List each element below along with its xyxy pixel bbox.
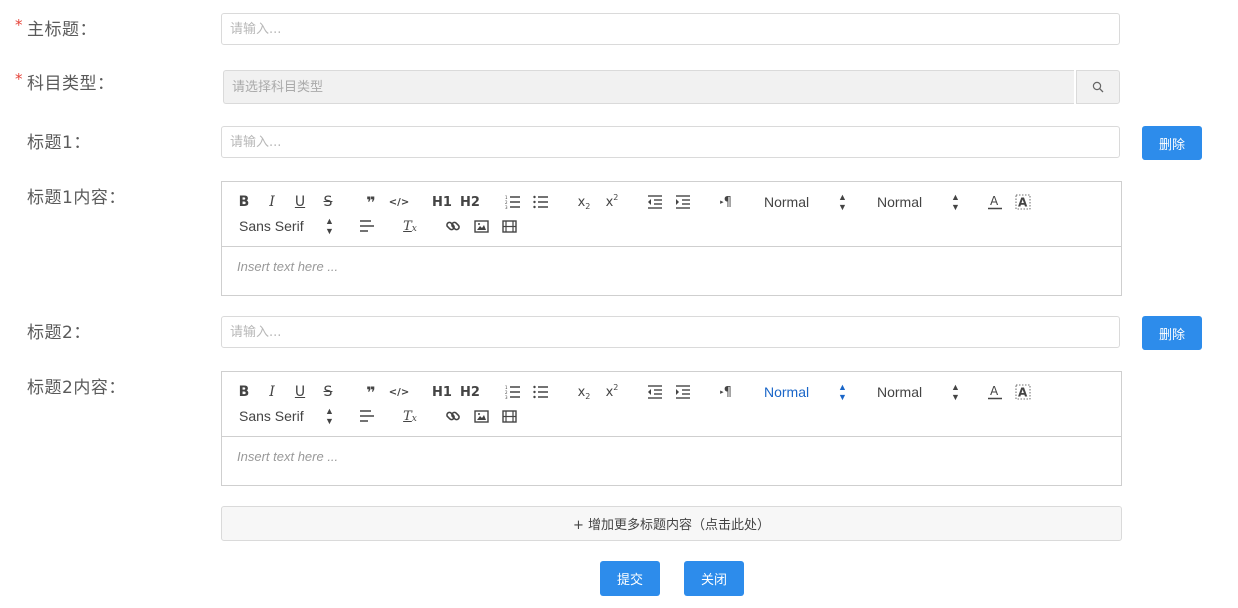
svg-text:A: A — [990, 194, 999, 208]
section-2-delete-button[interactable]: 删除 — [1142, 316, 1202, 350]
h2-icon[interactable]: H2 — [459, 382, 481, 402]
updown-arrow-icon: ▲ ▼ — [838, 192, 847, 212]
section-1-title-input[interactable] — [221, 126, 1120, 158]
svg-text:3: 3 — [505, 395, 508, 399]
required-mark: * — [15, 70, 23, 88]
size-picker[interactable]: Normal ▲ ▼ — [877, 382, 960, 402]
italic-icon[interactable]: I — [261, 382, 283, 402]
updown-arrow-icon: ▲ ▼ — [325, 216, 334, 236]
svg-text:A: A — [1018, 196, 1028, 210]
editor-toolbar: B I U S ❞ </> H1 H2 123 x2 x2 ▸ ¶ Normal ▲… — [222, 372, 1121, 437]
strike-icon[interactable]: S — [317, 192, 339, 212]
font-picker[interactable]: Sans Serif ▲ ▼ — [239, 216, 334, 236]
main-title-input[interactable] — [221, 13, 1120, 45]
section-2-editor: B I U S ❞ </> H1 H2 123 x2 x2 ▸ ¶ Normal ▲… — [221, 371, 1122, 486]
clear-format-icon[interactable]: Tx — [399, 406, 421, 426]
submit-button[interactable]: 提交 — [600, 561, 660, 596]
editor-content[interactable]: Insert text here ... — [237, 449, 338, 464]
font-color-icon[interactable]: A — [984, 382, 1006, 402]
clear-format-icon[interactable]: Tx — [399, 216, 421, 236]
h2-icon[interactable]: H2 — [459, 192, 481, 212]
section-2-content-label: 标题2内容： — [27, 378, 126, 398]
link-icon[interactable] — [442, 216, 464, 236]
svg-text:A: A — [990, 384, 999, 398]
main-title-label: 主标题： — [27, 20, 97, 40]
section-1-editor: B I U S ❞ </> H1 H2 123 x2 x2 ▸ ¶ Normal ▲… — [221, 181, 1122, 296]
svg-text:A: A — [1018, 386, 1028, 400]
required-mark: * — [15, 16, 23, 34]
updown-arrow-icon: ▲ ▼ — [325, 406, 334, 426]
align-icon[interactable] — [356, 216, 378, 236]
close-button[interactable]: 关闭 — [684, 561, 744, 596]
section-2-title-label: 标题2： — [27, 323, 91, 343]
code-icon[interactable]: </> — [388, 192, 410, 212]
h1-icon[interactable]: H1 — [431, 382, 453, 402]
code-icon[interactable]: </> — [388, 382, 410, 402]
updown-arrow-icon: ▲ ▼ — [951, 192, 960, 212]
header-picker[interactable]: Normal ▲ ▼ — [764, 192, 847, 212]
updown-arrow-icon: ▲ ▼ — [838, 382, 847, 402]
section-1-title-label: 标题1： — [27, 133, 91, 153]
outdent-icon[interactable] — [644, 192, 666, 212]
updown-arrow-icon: ▲ ▼ — [951, 382, 960, 402]
background-color-icon[interactable]: A — [1012, 382, 1034, 402]
superscript-icon[interactable]: x2 — [601, 192, 623, 212]
outdent-icon[interactable] — [644, 382, 666, 402]
superscript-icon[interactable]: x2 — [601, 382, 623, 402]
image-icon[interactable] — [470, 406, 492, 426]
indent-icon[interactable] — [672, 382, 694, 402]
subscript-icon[interactable]: x2 — [573, 382, 595, 402]
background-color-icon[interactable]: A — [1012, 192, 1034, 212]
italic-icon[interactable]: I — [261, 192, 283, 212]
subscript-icon[interactable]: x2 — [573, 192, 595, 212]
bold-icon[interactable]: B — [233, 192, 255, 212]
image-icon[interactable] — [470, 216, 492, 236]
section-2-title-input[interactable] — [221, 316, 1120, 348]
blockquote-icon[interactable]: ❞ — [360, 382, 382, 402]
section-1-content-label: 标题1内容： — [27, 188, 126, 208]
header-picker[interactable]: Normal ▲ ▼ — [764, 382, 847, 402]
search-button[interactable] — [1076, 70, 1120, 104]
subject-type-label: 科目类型： — [27, 74, 115, 94]
editor-content[interactable]: Insert text here ... — [237, 259, 338, 274]
search-icon — [1092, 81, 1104, 93]
h1-icon[interactable]: H1 — [431, 192, 453, 212]
underline-icon[interactable]: U — [289, 382, 311, 402]
indent-icon[interactable] — [672, 192, 694, 212]
size-picker[interactable]: Normal ▲ ▼ — [877, 192, 960, 212]
video-icon[interactable] — [498, 406, 520, 426]
font-picker[interactable]: Sans Serif ▲ ▼ — [239, 406, 334, 426]
underline-icon[interactable]: U — [289, 192, 311, 212]
section-1-delete-button[interactable]: 删除 — [1142, 126, 1202, 160]
blockquote-icon[interactable]: ❞ — [360, 192, 382, 212]
ordered-list-icon[interactable]: 123 — [502, 192, 524, 212]
editor-toolbar: B I U S ❞ </> H1 H2 123 x2 x2 ▸ ¶ Normal ▲… — [222, 182, 1121, 247]
bullet-list-icon[interactable] — [530, 382, 552, 402]
strike-icon[interactable]: S — [317, 382, 339, 402]
link-icon[interactable] — [442, 406, 464, 426]
text-direction-icon[interactable]: ▸ ¶ — [715, 382, 737, 402]
bullet-list-icon[interactable] — [530, 192, 552, 212]
video-icon[interactable] — [498, 216, 520, 236]
add-more-button[interactable]: + 增加更多标题内容（点击此处） — [221, 506, 1122, 541]
subject-type-input[interactable] — [223, 70, 1074, 104]
ordered-list-icon[interactable]: 123 — [502, 382, 524, 402]
text-direction-icon[interactable]: ▸ ¶ — [715, 192, 737, 212]
svg-text:3: 3 — [505, 205, 508, 209]
bold-icon[interactable]: B — [233, 382, 255, 402]
align-icon[interactable] — [356, 406, 378, 426]
font-color-icon[interactable]: A — [984, 192, 1006, 212]
